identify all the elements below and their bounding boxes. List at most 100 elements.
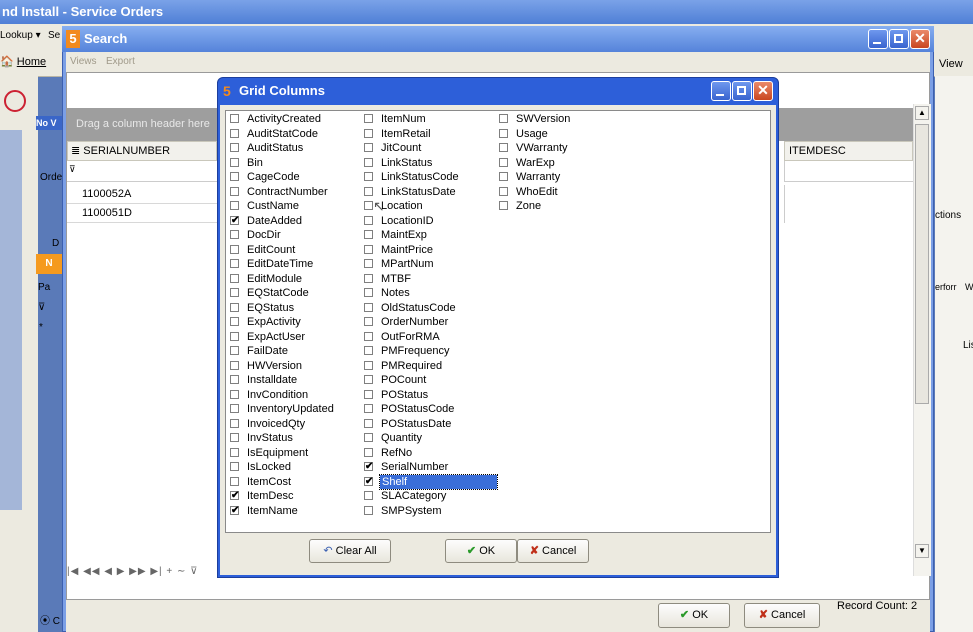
column-option[interactable]: ExpActivity: [227, 315, 334, 330]
checkbox[interactable]: ✔: [230, 505, 239, 515]
checkbox[interactable]: [364, 186, 373, 196]
menu-views[interactable]: Views: [70, 56, 97, 67]
column-option[interactable]: OutForRMA: [361, 330, 497, 345]
checkbox[interactable]: [364, 491, 373, 500]
record-navigator[interactable]: |◀ ◀◀ ◀ ▶ ▶▶ ▶| + ∼ ⊽: [67, 562, 215, 582]
column-option[interactable]: EditModule: [227, 272, 334, 287]
column-option[interactable]: ItemCost: [227, 475, 334, 490]
checkbox[interactable]: [499, 201, 508, 210]
checkbox[interactable]: [230, 433, 239, 442]
column-option[interactable]: ✔ ItemName: [227, 504, 334, 519]
dialog-minimize-button[interactable]: [711, 81, 731, 101]
checkbox[interactable]: [230, 230, 239, 239]
menu-lookup[interactable]: Lookup ▾: [0, 30, 41, 41]
checkbox[interactable]: [499, 114, 508, 123]
checkbox[interactable]: [230, 331, 239, 341]
close-button[interactable]: ✕: [910, 29, 930, 49]
scroll-thumb[interactable]: [915, 124, 929, 404]
checkbox[interactable]: [230, 447, 239, 457]
checkbox[interactable]: [364, 360, 373, 370]
column-option[interactable]: IsEquipment: [227, 446, 334, 461]
column-option[interactable]: IsLocked: [227, 460, 334, 475]
checkbox[interactable]: [364, 114, 373, 123]
checkbox[interactable]: [364, 201, 373, 210]
checkbox[interactable]: [364, 143, 373, 152]
column-option[interactable]: EditDateTime: [227, 257, 334, 272]
column-option[interactable]: JitCount: [361, 141, 497, 156]
checkbox[interactable]: [230, 157, 239, 167]
checkbox[interactable]: [230, 128, 239, 138]
column-option[interactable]: AuditStatCode: [227, 127, 334, 142]
column-option[interactable]: CageCode: [227, 170, 334, 185]
checkbox[interactable]: [230, 244, 239, 254]
dialog-close-button[interactable]: ✕: [753, 81, 773, 101]
checkbox[interactable]: [364, 375, 373, 384]
column-option[interactable]: Zone: [496, 199, 570, 214]
column-option[interactable]: FailDate: [227, 344, 334, 359]
home-button[interactable]: 🏠 Home: [0, 55, 46, 68]
checkbox[interactable]: [230, 201, 239, 210]
filter-row[interactable]: ⊽: [67, 161, 217, 182]
column-option[interactable]: RefNo: [361, 446, 497, 461]
checkbox[interactable]: [230, 360, 239, 370]
column-option[interactable]: POStatusCode: [361, 402, 497, 417]
column-option[interactable]: Quantity: [361, 431, 497, 446]
checkbox[interactable]: [364, 128, 373, 138]
column-option[interactable]: LocationID: [361, 214, 497, 229]
column-header-serialnumber[interactable]: ≣ SERIALNUMBER: [67, 141, 217, 161]
column-option[interactable]: LinkStatusDate: [361, 185, 497, 200]
checkbox[interactable]: [230, 317, 239, 326]
checkbox[interactable]: [364, 288, 373, 297]
menu-se[interactable]: Se: [48, 30, 60, 41]
dialog-maximize-button[interactable]: [732, 81, 752, 101]
column-header-itemdesc[interactable]: ITEMDESC: [784, 141, 913, 161]
column-option[interactable]: InvStatus: [227, 431, 334, 446]
column-option[interactable]: InvCondition: [227, 388, 334, 403]
filter-icon[interactable]: ⊽: [38, 302, 45, 313]
checkbox[interactable]: [230, 172, 239, 181]
column-option[interactable]: PMFrequency: [361, 344, 497, 359]
checkbox[interactable]: [364, 505, 373, 515]
checkbox[interactable]: [364, 273, 373, 283]
column-option[interactable]: InventoryUpdated: [227, 402, 334, 417]
column-option[interactable]: AuditStatus: [227, 141, 334, 156]
dialog-ok-button[interactable]: ✔ OK: [445, 539, 517, 563]
column-option[interactable]: LinkStatusCode: [361, 170, 497, 185]
checkbox[interactable]: [364, 259, 373, 268]
column-option[interactable]: POCount: [361, 373, 497, 388]
radio-option[interactable]: ⦿ C: [40, 612, 60, 627]
filter-cell[interactable]: [784, 161, 914, 182]
record-icon[interactable]: [4, 90, 26, 112]
column-option[interactable]: VWarranty: [496, 141, 570, 156]
table-row[interactable]: 1100051D: [67, 204, 217, 223]
checkbox[interactable]: [364, 317, 373, 326]
checkbox[interactable]: [499, 143, 508, 152]
column-option[interactable]: ActivityCreated: [227, 112, 334, 127]
checkbox[interactable]: [364, 157, 373, 167]
column-option[interactable]: Bin: [227, 156, 334, 171]
search-cancel-button[interactable]: ✘ Cancel: [744, 603, 820, 628]
minimize-button[interactable]: [868, 29, 888, 49]
checkbox[interactable]: [230, 273, 239, 283]
checkbox[interactable]: [230, 259, 239, 268]
d-tab[interactable]: D: [52, 238, 59, 249]
column-option[interactable]: DocDir: [227, 228, 334, 243]
column-option[interactable]: Installdate: [227, 373, 334, 388]
column-option[interactable]: ExpActUser: [227, 330, 334, 345]
column-option[interactable]: EditCount: [227, 243, 334, 258]
column-option[interactable]: InvoicedQty: [227, 417, 334, 432]
column-option[interactable]: MTBF: [361, 272, 497, 287]
checkbox[interactable]: [230, 143, 239, 152]
column-option[interactable]: MaintExp: [361, 228, 497, 243]
column-option[interactable]: Notes: [361, 286, 497, 301]
checkbox[interactable]: [499, 157, 508, 167]
checkbox[interactable]: [364, 404, 373, 413]
column-option[interactable]: ✔ SerialNumber: [361, 460, 497, 475]
column-option[interactable]: ItemNum: [361, 112, 497, 127]
column-option[interactable]: POStatusDate: [361, 417, 497, 432]
column-option[interactable]: MaintPrice: [361, 243, 497, 258]
actions-label[interactable]: ctions: [935, 210, 961, 221]
column-option[interactable]: LinkStatus: [361, 156, 497, 171]
column-option[interactable]: OldStatusCode: [361, 301, 497, 316]
table-row[interactable]: 1100052A: [67, 185, 217, 204]
